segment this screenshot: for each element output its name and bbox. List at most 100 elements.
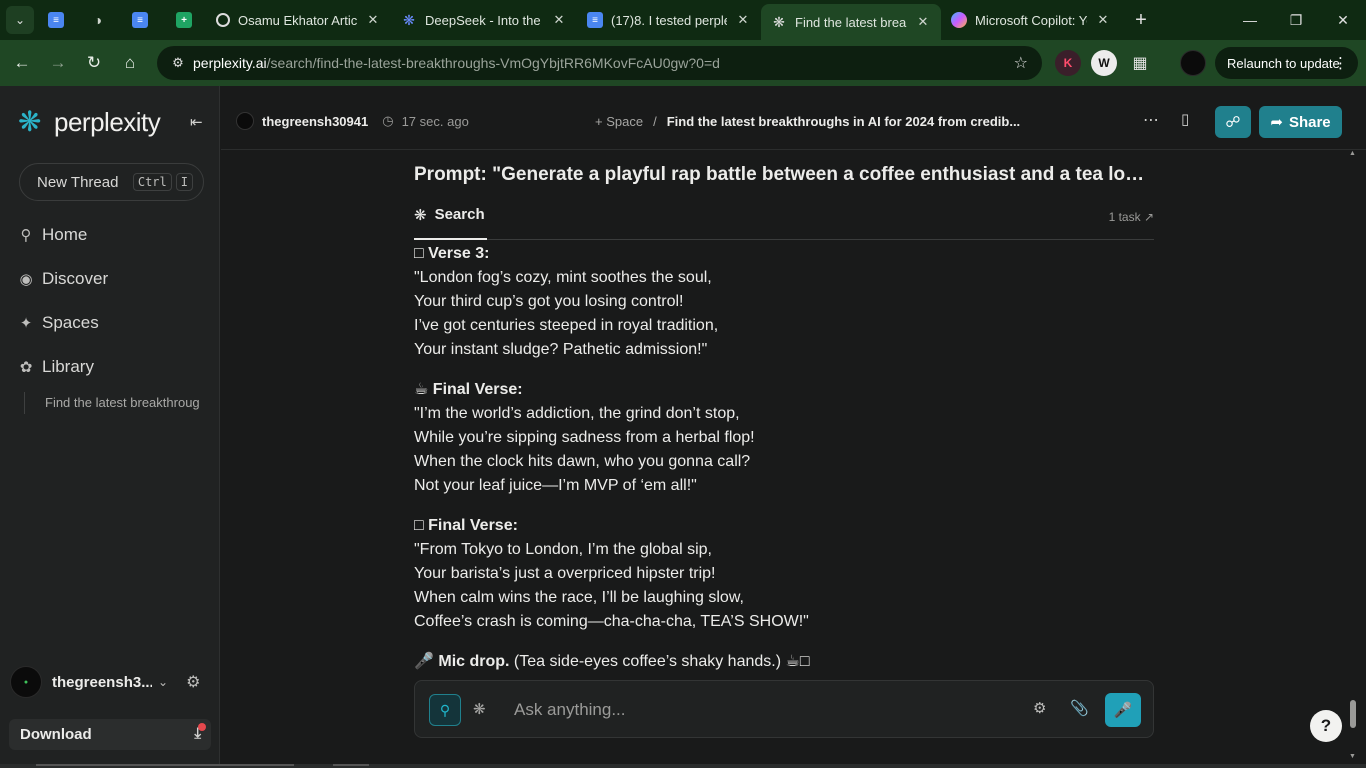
microphone-icon: 🎤 bbox=[1113, 702, 1133, 719]
url-text[interactable]: perplexity.ai/search/find-the-latest-bre… bbox=[193, 55, 720, 71]
forward-arrow-icon[interactable]: → bbox=[40, 45, 76, 81]
pinned-tab-sheets[interactable]: + bbox=[162, 0, 206, 40]
sidebar-item-spaces[interactable]: ✦ Spaces bbox=[18, 310, 99, 336]
spaces-icon: ✦ bbox=[19, 315, 33, 332]
pinned-tab-docs[interactable]: ≡ bbox=[34, 0, 78, 40]
back-arrow-icon[interactable]: ← bbox=[4, 45, 40, 81]
perplexity-logo[interactable]: ❋ perplexity bbox=[18, 106, 161, 138]
answer-body: □ Verse 3: "London fog’s cozy, mint soot… bbox=[414, 242, 1154, 674]
bookmark-star-icon[interactable]: ☆ bbox=[1014, 53, 1028, 73]
voice-input-button[interactable]: 🎤 bbox=[1105, 693, 1141, 727]
stanza-line: Your instant sludge? Pathetic admission!… bbox=[414, 341, 708, 358]
new-tab-plus-icon[interactable]: + bbox=[1125, 4, 1157, 36]
tab-deepseek[interactable]: ❋ DeepSeek - Into the U ✕ bbox=[391, 4, 577, 36]
shortcut-key: I bbox=[175, 173, 193, 191]
perplexity-logo-icon: ❋ bbox=[18, 106, 42, 137]
url-path: /search/find-the-latest-breakthroughs-Vm… bbox=[266, 55, 720, 71]
sidebar-item-discover[interactable]: ◉ Discover bbox=[18, 266, 108, 292]
user-account-row[interactable]: ● thegreensh3... ⌄ ⚙ bbox=[10, 664, 212, 700]
relaunch-to-update-button[interactable]: Relaunch to update ⋮ bbox=[1215, 47, 1358, 79]
chevron-down-icon[interactable]: ⌄ bbox=[158, 675, 168, 689]
download-button[interactable]: Download ⤓ bbox=[9, 719, 211, 750]
new-thread-button[interactable]: New Thread Ctrl I bbox=[19, 163, 204, 201]
stanza: ☕ Final Verse: "I’m the world’s addictio… bbox=[414, 378, 1154, 498]
browser-toolbar: ← → ↻ ⌂ ⚙ perplexity.ai/search/find-the-… bbox=[0, 40, 1366, 86]
more-vertical-icon[interactable]: ⋮ bbox=[1333, 54, 1348, 72]
profile-avatar[interactable] bbox=[1180, 50, 1206, 76]
mic-drop-rest: (Tea side-eyes coffee’s shaky hands.) ☕□ bbox=[509, 653, 810, 670]
reload-icon[interactable]: ↻ bbox=[76, 45, 112, 81]
new-thread-label: New Thread bbox=[37, 173, 119, 191]
stanza-line: "I’m the world’s addiction, the grind do… bbox=[414, 405, 740, 422]
home-icon: ⚲ bbox=[20, 227, 32, 244]
shortcut-ctrl: Ctrl bbox=[132, 173, 172, 191]
close-icon[interactable]: ✕ bbox=[915, 14, 931, 30]
search-icon: ⚲ bbox=[439, 701, 451, 718]
close-icon[interactable]: ✕ bbox=[365, 12, 381, 28]
task-count-link[interactable]: 1 task ↗ bbox=[1109, 210, 1154, 224]
attach-paperclip-icon[interactable]: 📎 bbox=[1070, 699, 1089, 717]
stanza-line: I’ve got centuries steeped in royal trad… bbox=[414, 317, 719, 334]
thread-title[interactable]: Find the latest breakthroughs in AI for … bbox=[667, 114, 1020, 129]
address-bar[interactable]: ⚙ perplexity.ai/search/find-the-latest-b… bbox=[157, 46, 1042, 80]
search-mode-button[interactable]: ⚲ bbox=[429, 694, 461, 726]
stanza-line: When the clock hits dawn, who you gonna … bbox=[414, 453, 751, 470]
reasoning-mode-icon[interactable]: ❋ bbox=[473, 700, 486, 718]
tab-tested-perplexity[interactable]: ≡ (17)8. I tested perplex ✕ bbox=[577, 4, 761, 36]
library-thread-label: Find the latest breakthroug bbox=[45, 395, 200, 410]
sidebar-item-library[interactable]: ✿ Library bbox=[18, 354, 94, 380]
share-icon: ➦ bbox=[1270, 114, 1283, 131]
scrollbar[interactable]: ▲ ▼ bbox=[1348, 150, 1358, 760]
restore-icon[interactable]: ❐ bbox=[1273, 0, 1319, 40]
library-thread-item[interactable]: Find the latest breakthroug bbox=[24, 392, 204, 414]
add-to-space-link[interactable]: + Space bbox=[595, 114, 643, 129]
copy-link-button[interactable]: ☍ bbox=[1215, 106, 1251, 138]
tab-copilot[interactable]: Microsoft Copilot: Yo ✕ bbox=[941, 4, 1121, 36]
close-icon[interactable]: ✕ bbox=[551, 12, 567, 28]
pinned-tab-globe[interactable]: ◑ bbox=[78, 0, 118, 40]
breadcrumb: + Space / Find the latest breakthroughs … bbox=[595, 114, 1020, 129]
keyboard-shortcut: Ctrl I bbox=[132, 173, 193, 191]
tab-osamu[interactable]: Osamu Ekhator Artic ✕ bbox=[206, 4, 391, 36]
stanza-line: When calm wins the race, I’ll be laughin… bbox=[414, 589, 744, 606]
share-button[interactable]: ➦ Share bbox=[1259, 106, 1342, 138]
tab-title: (17)8. I tested perplex bbox=[611, 12, 727, 28]
tab-search-chevron-icon[interactable]: ⌄ bbox=[6, 6, 34, 34]
notification-dot bbox=[198, 723, 206, 731]
tab-title: DeepSeek - Into the U bbox=[425, 12, 543, 28]
stanza-heading: ☕ Final Verse: bbox=[414, 381, 523, 398]
close-icon[interactable]: ✕ bbox=[1095, 12, 1111, 28]
close-icon[interactable]: ✕ bbox=[735, 12, 751, 28]
stanza-heading: □ Verse 3: bbox=[414, 245, 490, 262]
tab-find-latest-active[interactable]: ❋ Find the latest breakt ✕ bbox=[761, 4, 941, 40]
pinned-tab-docs-2[interactable]: ≡ bbox=[118, 0, 162, 40]
extensions-puzzle-icon[interactable]: ▦ bbox=[1127, 50, 1153, 76]
sidebar-item-home[interactable]: ⚲ Home bbox=[18, 222, 88, 248]
extension-w-icon[interactable]: W bbox=[1091, 50, 1117, 76]
scrollbar-thumb[interactable] bbox=[1350, 700, 1356, 728]
ask-input[interactable] bbox=[514, 698, 914, 722]
gear-icon[interactable]: ⚙ bbox=[186, 672, 200, 692]
thread-time: 17 sec. ago bbox=[401, 113, 469, 129]
site-settings-icon[interactable]: ⚙ bbox=[163, 55, 193, 71]
window-close-icon[interactable]: ✕ bbox=[1320, 0, 1366, 40]
more-options-icon[interactable]: ⋯ bbox=[1143, 110, 1159, 130]
owner-name[interactable]: thegreensh30941 bbox=[262, 114, 368, 129]
minimize-icon[interactable]: — bbox=[1227, 0, 1273, 40]
stanza-line: "From Tokyo to London, I’m the global si… bbox=[414, 541, 712, 558]
url-host: perplexity.ai bbox=[193, 55, 267, 71]
extension-k-icon[interactable]: K bbox=[1055, 50, 1081, 76]
scroll-down-icon[interactable]: ▼ bbox=[1349, 753, 1356, 760]
scroll-up-icon[interactable]: ▲ bbox=[1349, 150, 1356, 157]
collapse-sidebar-icon[interactable]: ⇤ bbox=[190, 113, 203, 131]
perplexity-icon: ❋ bbox=[414, 207, 427, 224]
docs-icon: ≡ bbox=[132, 12, 148, 28]
help-button[interactable]: ? bbox=[1310, 710, 1342, 742]
arrow-up-right-icon: ↗ bbox=[1143, 210, 1154, 224]
home-icon[interactable]: ⌂ bbox=[112, 45, 148, 81]
library-icon: ✿ bbox=[19, 359, 33, 376]
model-chip-icon[interactable]: ⚙ bbox=[1033, 699, 1046, 717]
bookmark-icon[interactable]: ▯ bbox=[1181, 110, 1189, 128]
stanza: □ Verse 3: "London fog’s cozy, mint soot… bbox=[414, 242, 1154, 362]
tab-search[interactable]: ❋ Search bbox=[414, 206, 487, 240]
